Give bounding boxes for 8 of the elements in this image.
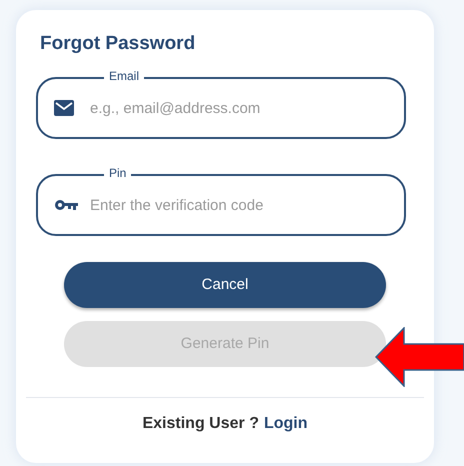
cancel-button[interactable]: Cancel (64, 262, 386, 308)
login-link[interactable]: Login (264, 412, 308, 436)
form-title: Forgot Password (40, 32, 196, 56)
envelope-icon (54, 100, 74, 116)
key-icon (54, 199, 78, 211)
field-label: Email (104, 69, 144, 83)
footer-text: Existing User ? (142, 414, 259, 434)
field-label: Pin (104, 166, 132, 180)
